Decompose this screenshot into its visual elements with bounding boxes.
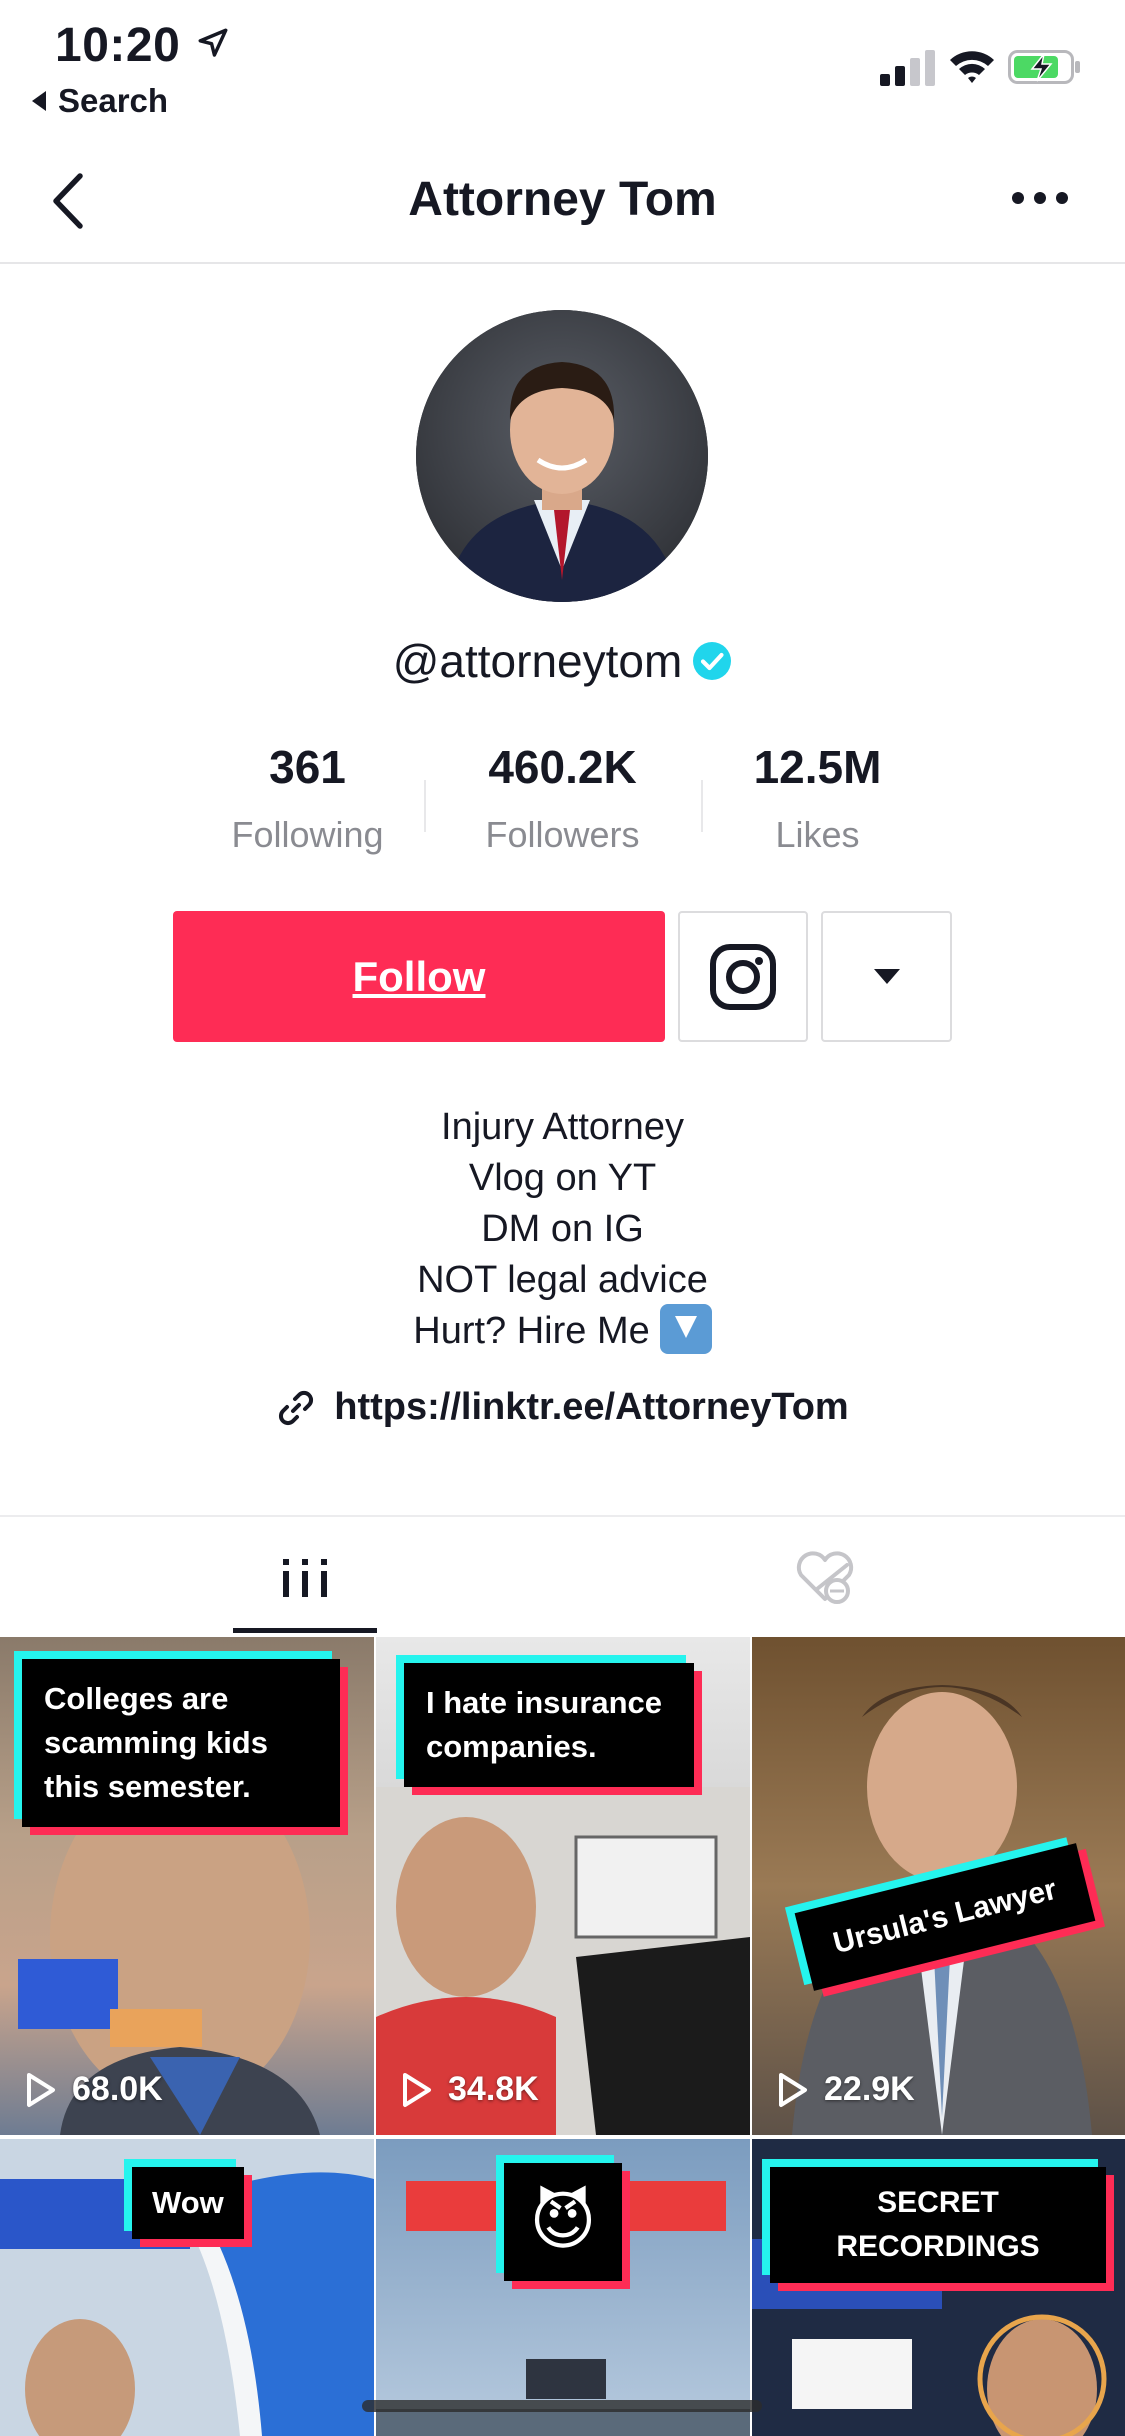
verified-badge-icon bbox=[693, 642, 732, 680]
profile-avatar[interactable] bbox=[416, 310, 708, 602]
video-thumbnail[interactable]: SECRET RECORDINGS bbox=[752, 2139, 1125, 2436]
video-caption: Colleges are scamming kids this semester… bbox=[22, 1659, 340, 1827]
stat-followers-label: Followers bbox=[485, 814, 640, 855]
video-caption: I hate insurance companies. bbox=[404, 1663, 694, 1787]
back-triangle-icon bbox=[32, 91, 46, 111]
status-bar: 10:20 Search bbox=[0, 0, 1125, 130]
username-text: @attorneytom bbox=[392, 635, 683, 687]
page-title: Attorney Tom bbox=[408, 173, 717, 226]
video-thumbnail[interactable]: Ursula's Lawyer 22.9K bbox=[752, 1637, 1125, 2135]
profile-link[interactable]: https://linktr.ee/AttorneyTom bbox=[0, 1386, 1125, 1429]
video-thumbnail[interactable]: I hate insurance companies. 34.8K bbox=[376, 1637, 750, 2135]
stat-following-value: 361 bbox=[269, 741, 346, 793]
follow-button[interactable]: Follow bbox=[173, 911, 665, 1042]
location-arrow-icon bbox=[198, 28, 228, 57]
bio-line-with-emoji: Hurt? Hire Me bbox=[0, 1303, 1125, 1358]
stat-divider bbox=[701, 780, 703, 832]
profile-bio: Injury Attorney Vlog on YT DM on IG NOT … bbox=[0, 1102, 1125, 1358]
video-caption: 😈 bbox=[504, 2163, 622, 2281]
hidden-likes-heart-icon bbox=[796, 1551, 854, 1604]
view-count: 22.9K bbox=[778, 2070, 915, 2109]
status-time: 10:20 bbox=[55, 19, 181, 72]
view-count: 34.8K bbox=[402, 2070, 539, 2109]
view-count: 68.0K bbox=[26, 2070, 163, 2109]
cellular-signal-icon bbox=[880, 50, 935, 86]
instagram-button[interactable] bbox=[678, 911, 808, 1042]
bio-line: DM on IG bbox=[481, 1208, 644, 1250]
stat-following-label: Following bbox=[231, 814, 384, 855]
more-options-icon[interactable] bbox=[1010, 188, 1070, 208]
down-arrow-emoji-icon bbox=[659, 1303, 712, 1354]
video-grid: Colleges are scamming kids this semester… bbox=[0, 1637, 1125, 2436]
tab-videos[interactable] bbox=[233, 1517, 377, 1639]
stat-likes-value: 12.5M bbox=[753, 741, 882, 793]
active-tab-indicator bbox=[233, 1628, 377, 1633]
video-thumbnail[interactable]: Colleges are scamming kids this semester… bbox=[0, 1637, 374, 2135]
bio-line: Injury Attorney bbox=[441, 1106, 684, 1148]
view-count-value: 68.0K bbox=[72, 2070, 163, 2108]
username: @attorneytom bbox=[0, 634, 1125, 688]
link-icon bbox=[279, 1390, 314, 1425]
avatar-portrait-image bbox=[416, 310, 708, 602]
video-thumbnail[interactable]: 😈 bbox=[376, 2139, 750, 2436]
bio-line: Vlog on YT bbox=[468, 1157, 657, 1199]
stat-divider bbox=[424, 780, 426, 832]
profile-link-text: https://linktr.ee/AttorneyTom bbox=[334, 1386, 849, 1428]
battery-charging-icon bbox=[1008, 50, 1080, 84]
view-count-value: 34.8K bbox=[448, 2070, 539, 2108]
home-indicator[interactable] bbox=[362, 2400, 762, 2412]
bio-line: NOT legal advice bbox=[417, 1259, 708, 1301]
video-thumbnail[interactable]: Wow bbox=[0, 2139, 374, 2436]
stat-followers-value: 460.2K bbox=[488, 741, 637, 793]
stat-followers[interactable]: 460.2K Followers bbox=[435, 740, 690, 860]
stat-following[interactable]: 361 Following bbox=[180, 740, 435, 860]
instagram-icon bbox=[710, 943, 776, 1010]
profile-nav-bar: Attorney Tom bbox=[0, 140, 1125, 264]
video-grid-icon bbox=[283, 1559, 327, 1597]
profile-tabs bbox=[0, 1515, 1125, 1637]
view-count-value: 22.9K bbox=[824, 2070, 915, 2108]
tab-liked-videos[interactable] bbox=[785, 1517, 865, 1639]
wifi-icon bbox=[950, 51, 994, 83]
dropdown-triangle-icon bbox=[873, 969, 900, 984]
bio-line: Hurt? Hire Me bbox=[413, 1310, 650, 1352]
suggested-accounts-dropdown-button[interactable] bbox=[821, 911, 952, 1042]
stat-likes[interactable]: 12.5M Likes bbox=[690, 740, 945, 860]
profile-stats: 361 Following 460.2K Followers 12.5M Lik… bbox=[180, 740, 945, 860]
play-icon bbox=[779, 2072, 807, 2107]
play-icon bbox=[27, 2072, 55, 2107]
back-to-search-label: Search bbox=[58, 82, 169, 119]
video-caption: SECRET RECORDINGS bbox=[770, 2167, 1106, 2283]
video-caption: Wow bbox=[132, 2167, 244, 2239]
play-icon bbox=[403, 2072, 431, 2107]
stat-likes-label: Likes bbox=[775, 814, 860, 855]
back-to-search-button[interactable]: Search bbox=[32, 82, 168, 120]
